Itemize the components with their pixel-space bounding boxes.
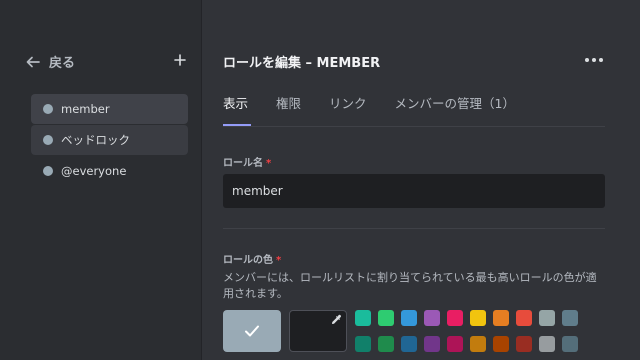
role-label: member xyxy=(61,102,110,116)
role-color-dot xyxy=(43,166,53,176)
color-swatch[interactable] xyxy=(539,310,555,326)
color-swatch[interactable] xyxy=(401,336,417,352)
section-divider xyxy=(223,228,605,229)
page-title: ロールを編集 – MEMBER xyxy=(223,56,381,71)
color-swatch[interactable] xyxy=(516,310,532,326)
color-swatch[interactable] xyxy=(562,336,578,352)
role-color-label: ロールの色 * xyxy=(223,255,282,266)
color-swatch[interactable] xyxy=(562,310,578,326)
color-swatch[interactable] xyxy=(447,336,463,352)
color-swatch[interactable] xyxy=(355,336,371,352)
dot-icon xyxy=(599,58,603,62)
tab-divider xyxy=(223,126,605,127)
role-name-label: ロール名 * xyxy=(223,158,272,169)
required-mark: * xyxy=(276,255,282,266)
custom-color-swatch[interactable] xyxy=(289,310,347,352)
dot-icon xyxy=(585,58,589,62)
tab-bar: 表示 権限 リンク メンバーの管理（1） xyxy=(223,93,543,112)
color-swatch[interactable] xyxy=(378,336,394,352)
color-swatch[interactable] xyxy=(424,310,440,326)
tab-links[interactable]: リンク xyxy=(329,93,367,112)
color-palette xyxy=(355,310,578,352)
color-swatch[interactable] xyxy=(539,336,555,352)
main-panel: ロールを編集 – MEMBER 表示 権限 リンク メンバーの管理（1） ロール… xyxy=(203,0,640,360)
arrow-left-icon xyxy=(26,56,40,67)
plus-icon[interactable] xyxy=(172,52,188,68)
role-label: ベッドロック xyxy=(61,133,130,147)
role-item-member[interactable]: member xyxy=(31,94,188,124)
back-label: 戻る xyxy=(49,56,76,71)
color-swatch[interactable] xyxy=(493,310,509,326)
color-swatch[interactable] xyxy=(355,310,371,326)
role-name-input[interactable] xyxy=(223,174,605,208)
default-color-swatch[interactable] xyxy=(223,310,281,352)
role-color-description: メンバーには、ロールリストに割り当てられている最も高いロールの色が適用されます。 xyxy=(223,271,597,300)
eyedropper-icon xyxy=(332,314,341,324)
role-item-bedrock[interactable]: ベッドロック xyxy=(31,125,188,155)
role-item-everyone[interactable]: @everyone xyxy=(31,156,188,186)
color-swatch[interactable] xyxy=(516,336,532,352)
color-swatch[interactable] xyxy=(493,336,509,352)
tab-permissions[interactable]: 権限 xyxy=(276,93,301,112)
sidebar: 戻る member ベッドロック @everyone xyxy=(0,0,202,360)
color-swatch[interactable] xyxy=(447,310,463,326)
dot-icon xyxy=(592,58,596,62)
role-label: @everyone xyxy=(61,164,127,178)
more-options-button[interactable] xyxy=(585,54,607,66)
color-swatch[interactable] xyxy=(401,310,417,326)
back-button[interactable]: 戻る xyxy=(25,52,75,71)
color-swatch[interactable] xyxy=(470,310,486,326)
role-color-dot xyxy=(43,104,53,114)
color-swatch[interactable] xyxy=(470,336,486,352)
tab-display[interactable]: 表示 xyxy=(223,93,248,112)
tab-manage-members[interactable]: メンバーの管理（1） xyxy=(395,93,515,112)
required-mark: * xyxy=(266,158,272,169)
checkmark-icon xyxy=(245,325,259,337)
role-color-dot xyxy=(43,135,53,145)
color-swatch[interactable] xyxy=(378,310,394,326)
color-swatch[interactable] xyxy=(424,336,440,352)
